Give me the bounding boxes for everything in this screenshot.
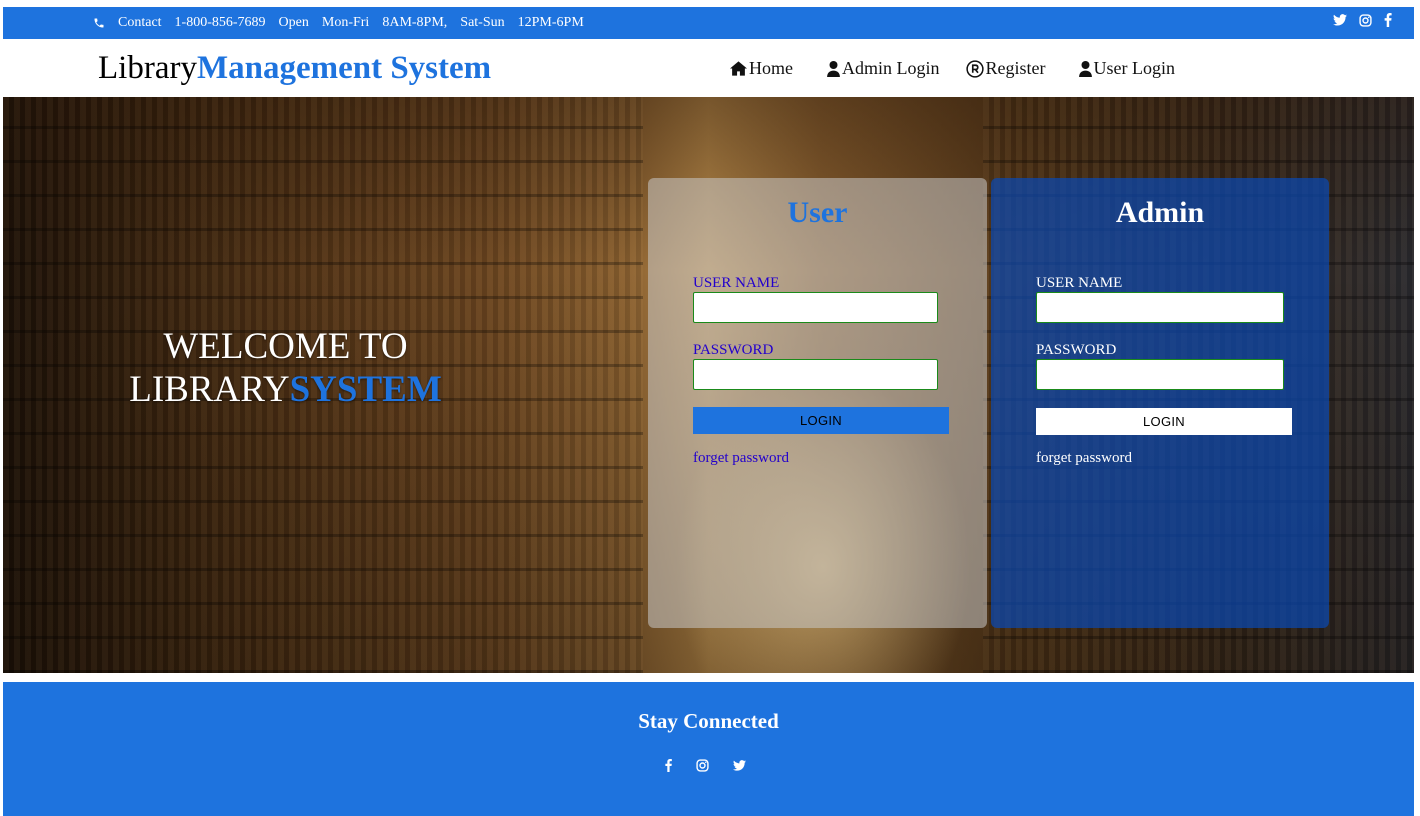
- nav-register-label: Register: [985, 58, 1046, 78]
- nav-home[interactable]: Home: [730, 58, 793, 79]
- user-username-label: USER NAME: [693, 275, 780, 291]
- nav-admin-login[interactable]: Admin Login: [827, 58, 940, 79]
- nav-user-login[interactable]: User Login: [1078, 58, 1175, 79]
- weekend-days: Sat-Sun: [460, 15, 505, 30]
- weekend-hours: 12PM-6PM: [517, 15, 584, 30]
- user-password-label: PASSWORD: [693, 342, 774, 358]
- brand-logo[interactable]: LibraryManagement System: [98, 49, 491, 87]
- top-contact-bar: Contact 1-800-856-7689 Open Mon-Fri 8AM-…: [3, 7, 1414, 39]
- welcome-system: SYSTEM: [289, 369, 442, 410]
- user-login-button[interactable]: LOGIN: [693, 407, 949, 434]
- facebook-icon[interactable]: [1384, 13, 1392, 27]
- user-login-panel: User USER NAME PASSWORD LOGIN forget pas…: [648, 178, 987, 628]
- main-nav: Home Admin Login Register User Login: [730, 58, 1175, 79]
- phone-icon: [93, 17, 105, 29]
- footer-social-links: [665, 759, 746, 772]
- user-username-input[interactable]: [693, 292, 938, 323]
- footer: Stay Connected: [3, 682, 1414, 816]
- phone-number: 1-800-856-7689: [174, 15, 266, 30]
- nav-user-login-label: User Login: [1093, 58, 1175, 78]
- user-panel-title: User: [787, 196, 848, 229]
- open-label: Open: [278, 15, 309, 30]
- instagram-icon[interactable]: [696, 759, 709, 772]
- admin-login-button[interactable]: LOGIN: [1036, 408, 1292, 435]
- welcome-line-2: LIBRARYSYSTEM: [93, 368, 478, 411]
- admin-login-panel: Admin USER NAME PASSWORD LOGIN forget pa…: [991, 178, 1329, 628]
- twitter-icon[interactable]: [733, 760, 746, 771]
- admin-username-input[interactable]: [1036, 292, 1284, 323]
- user-password-input[interactable]: [693, 359, 938, 390]
- welcome-heading: WELCOME TO LIBRARYSYSTEM: [93, 325, 478, 411]
- admin-forgot-password-link[interactable]: forget password: [1036, 450, 1132, 467]
- user-forgot-password-link[interactable]: forget password: [693, 450, 789, 467]
- weekday-hours: 8AM-8PM,: [382, 15, 448, 30]
- top-social-links: [1333, 13, 1392, 27]
- brand-library: Library: [98, 50, 197, 86]
- admin-password-label: PASSWORD: [1036, 342, 1117, 358]
- nav-home-label: Home: [749, 58, 793, 78]
- twitter-icon[interactable]: [1333, 14, 1347, 26]
- instagram-icon[interactable]: [1359, 13, 1372, 27]
- contact-info: Contact 1-800-856-7689 Open Mon-Fri 8AM-…: [93, 15, 593, 31]
- hero-section: WELCOME TO LIBRARYSYSTEM User USER NAME …: [3, 97, 1414, 673]
- user-icon: [827, 60, 840, 77]
- nav-register[interactable]: Register: [965, 58, 1046, 79]
- weekday-days: Mon-Fri: [321, 15, 370, 30]
- footer-title: Stay Connected: [638, 709, 779, 733]
- welcome-library: LIBRARY: [129, 369, 290, 410]
- admin-username-label: USER NAME: [1036, 275, 1123, 291]
- user-icon: [1078, 60, 1092, 77]
- admin-password-input[interactable]: [1036, 359, 1284, 390]
- brand-management-system: Management System: [196, 50, 492, 86]
- facebook-icon[interactable]: [665, 759, 672, 772]
- registered-icon: [965, 59, 984, 78]
- welcome-line-1: WELCOME TO: [163, 326, 408, 367]
- admin-panel-title: Admin: [1115, 196, 1205, 229]
- contact-label: Contact: [118, 15, 162, 30]
- main-header: LibraryManagement System Home Admin Logi…: [3, 39, 1414, 97]
- nav-admin-login-label: Admin Login: [842, 58, 940, 78]
- home-icon: [730, 61, 747, 76]
